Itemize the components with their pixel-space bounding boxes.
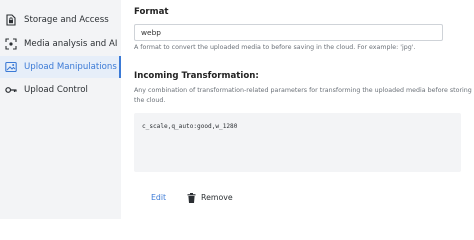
transformation-code: c_scale,q_auto:good,w_1280: [142, 123, 238, 130]
remove-label: Remove: [201, 193, 233, 202]
image-manipulation-icon: [5, 61, 17, 73]
key-icon: [5, 87, 17, 93]
sidebar-item-upload-manipulations[interactable]: Upload Manipulations: [0, 56, 121, 78]
main-panel: Format webp A format to convert the uplo…: [121, 0, 474, 219]
sidebar-item-storage-and-access[interactable]: Storage and Access: [0, 9, 121, 31]
incoming-transformation-help-line2: the cloud.: [134, 97, 166, 104]
trash-icon: [187, 193, 196, 203]
sidebar-item-upload-control[interactable]: Upload Control: [0, 79, 121, 101]
storage-lock-icon: [6, 14, 16, 26]
edit-button[interactable]: Edit: [151, 192, 166, 204]
format-help-text: A format to convert the uploaded media t…: [134, 44, 416, 51]
ai-scan-icon: [5, 38, 17, 50]
settings-sidebar: Storage and Access Media analysis and AI…: [0, 0, 121, 219]
format-input[interactable]: webp: [134, 24, 443, 41]
incoming-transformation-title: Incoming Transformation:: [134, 71, 259, 81]
sidebar-item-label: Storage and Access: [24, 15, 109, 25]
incoming-transformation-help-line1: Any combination of transformation-relate…: [134, 87, 474, 94]
sidebar-item-label: Upload Manipulations: [24, 62, 117, 72]
format-title: Format: [134, 7, 169, 17]
sidebar-item-media-analysis[interactable]: Media analysis and AI: [0, 33, 121, 55]
transformation-code-box: c_scale,q_auto:good,w_1280: [134, 113, 461, 172]
sidebar-item-label: Media analysis and AI: [24, 39, 118, 49]
sidebar-item-label: Upload Control: [24, 85, 88, 95]
